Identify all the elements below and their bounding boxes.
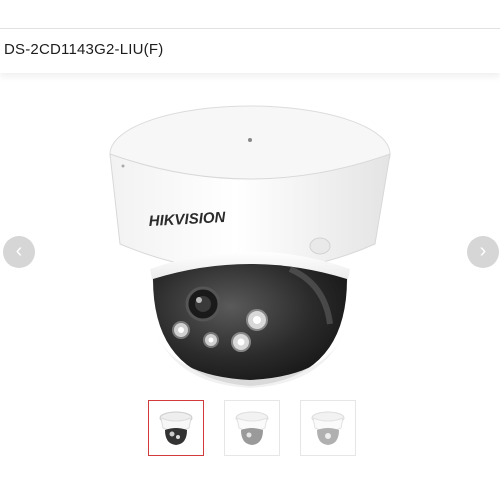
product-gallery: HIKVISION ‹ ›	[0, 74, 500, 500]
product-title: DS-2CD1143G2-LIU(F)	[4, 41, 164, 58]
thumbnail-front[interactable]	[148, 400, 204, 456]
thumbnail-side[interactable]	[224, 400, 280, 456]
thumbnail-alt[interactable]	[300, 400, 356, 456]
product-header: DS-2CD1143G2-LIU(F)	[0, 29, 500, 73]
chevron-left-icon: ‹	[15, 240, 23, 262]
gallery-prev-button[interactable]: ‹	[3, 236, 35, 268]
chevron-right-icon: ›	[479, 240, 487, 262]
thumbnail-strip	[148, 400, 358, 456]
main-product-image: HIKVISION	[85, 94, 415, 394]
top-bar	[0, 0, 500, 29]
gallery-next-button[interactable]: ›	[467, 236, 499, 268]
